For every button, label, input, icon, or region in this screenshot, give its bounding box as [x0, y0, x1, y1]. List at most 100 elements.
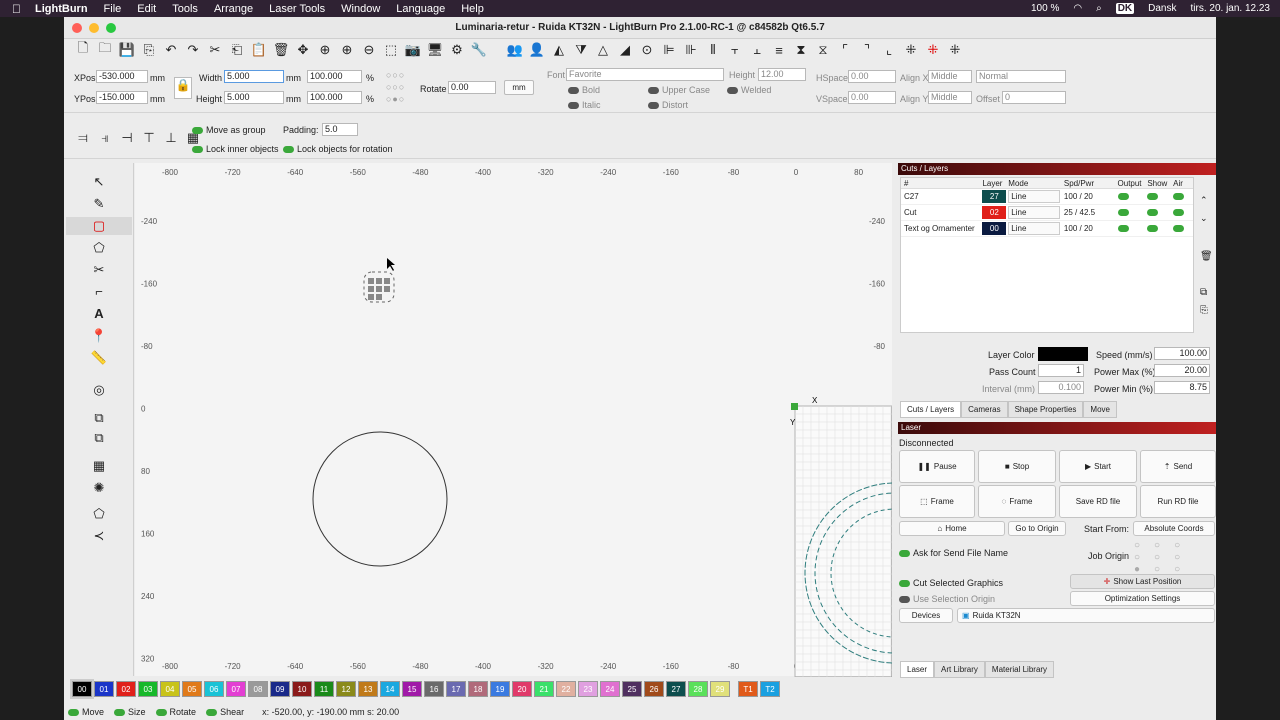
uppercase-toggle[interactable]: Upper Case — [648, 85, 710, 95]
menu-file[interactable]: File — [104, 3, 122, 15]
tab-shape-properties[interactable]: Shape Properties — [1007, 401, 1084, 418]
font-select[interactable]: Favorite — [566, 68, 724, 81]
align-vcenter-icon[interactable]: ≡ — [770, 41, 788, 59]
palette-color-13[interactable]: 13 — [358, 681, 378, 697]
output-toggle[interactable] — [1117, 192, 1148, 201]
palette-color-14[interactable]: 14 — [380, 681, 400, 697]
measure-icon[interactable]: 📏 — [90, 349, 108, 367]
keyboard-badge[interactable]: DK — [1115, 3, 1135, 14]
palette-color-08[interactable]: 08 — [248, 681, 268, 697]
air-toggle[interactable] — [1173, 192, 1193, 201]
edit-nodes-icon[interactable]: ✎ — [90, 195, 108, 213]
palette-color-12[interactable]: 12 — [336, 681, 356, 697]
palette-color-T2[interactable]: T2 — [760, 681, 780, 697]
align-top-icon[interactable]: ⫟ — [726, 41, 744, 59]
layer-color-swatch[interactable] — [1038, 347, 1088, 361]
circular-array-icon[interactable]: ✺ — [90, 479, 108, 497]
height-input[interactable]: 5.000 — [224, 91, 284, 104]
lock-inner-toggle[interactable]: Lock inner objects — [192, 144, 279, 154]
layer-mode-select[interactable]: Line — [1008, 206, 1060, 219]
palette-color-26[interactable]: 26 — [644, 681, 664, 697]
start-from-select[interactable]: Absolute Coords — [1133, 521, 1215, 536]
palette-color-11[interactable]: 11 — [314, 681, 334, 697]
target-icon[interactable]: ⊙ — [638, 41, 656, 59]
palette-color-05[interactable]: 05 — [182, 681, 202, 697]
apple-icon[interactable]:  — [12, 2, 21, 16]
save-rd-button[interactable]: Save RD file — [1059, 485, 1137, 518]
layer-mode-select[interactable]: Line — [1008, 222, 1060, 235]
size-toggle[interactable]: Size — [114, 707, 146, 717]
frame-button[interactable]: ⬚ Frame — [899, 485, 975, 518]
palette-color-22[interactable]: 22 — [556, 681, 576, 697]
minimize-button[interactable] — [89, 23, 99, 33]
arrange-top-icon[interactable]: ⊤ — [140, 129, 158, 147]
palette-color-18[interactable]: 18 — [468, 681, 488, 697]
battery-label[interactable]: 100 % — [1031, 3, 1059, 14]
align-x-select[interactable]: Middle — [928, 70, 972, 83]
select-tool-icon[interactable]: ↖ — [90, 173, 108, 191]
offset-input[interactable]: 0 — [1002, 91, 1066, 104]
layer-row[interactable]: Text og Ornamenter 00 Line 100 / 20 — [901, 221, 1193, 237]
output-toggle[interactable] — [1117, 224, 1148, 233]
workspace-svg[interactable]: -800-800-720-720-640-640-560-560-480-480… — [135, 163, 892, 677]
delete-icon[interactable]: 🗑 — [272, 41, 290, 59]
flip-horizontal-icon[interactable]: ◭ — [550, 41, 568, 59]
menu-language[interactable]: Language — [396, 3, 445, 15]
devices-button[interactable]: Devices — [899, 608, 953, 623]
italic-toggle[interactable]: Italic — [568, 100, 601, 110]
move-layer-down-icon[interactable]: ⌄ — [1200, 213, 1208, 224]
palette-color-16[interactable]: 16 — [424, 681, 444, 697]
corner-tl-icon[interactable]: ⌜ — [836, 41, 854, 59]
text-height-input[interactable]: 12.00 — [758, 68, 806, 81]
tab-material-library[interactable]: Material Library — [984, 661, 1055, 678]
monitor-icon[interactable]: 🖥 — [426, 41, 444, 59]
lock-aspect-icon[interactable]: 🔒 — [174, 77, 192, 99]
stop-button[interactable]: ■ Stop — [978, 450, 1056, 483]
palette-color-29[interactable]: 29 — [710, 681, 730, 697]
cut-shapes-icon[interactable]: ✂ — [90, 261, 108, 279]
corner-bl-icon[interactable]: ⌞ — [880, 41, 898, 59]
palette-color-01[interactable]: 01 — [94, 681, 114, 697]
align-y-select[interactable]: Middle — [928, 91, 972, 104]
camera-icon[interactable]: 📷 — [404, 41, 422, 59]
cut-selected-toggle[interactable]: Cut Selected Graphics — [899, 578, 1003, 588]
palette-color-10[interactable]: 10 — [292, 681, 312, 697]
power-max-input[interactable]: 20.00 — [1154, 364, 1210, 377]
menu-help[interactable]: Help — [461, 3, 484, 15]
new-file-icon[interactable]: 🗋 — [74, 40, 92, 59]
paste-icon[interactable]: 📋 — [250, 41, 268, 59]
palette-color-19[interactable]: 19 — [490, 681, 510, 697]
app-menu[interactable]: LightBurn — [35, 3, 88, 15]
undo-icon[interactable]: ↶ — [162, 41, 180, 59]
center-cross-icon[interactable]: ⁜ — [946, 41, 964, 59]
align-bottom-icon[interactable]: ⫠ — [748, 41, 766, 59]
cut-clipboard-icon[interactable]: ✂ — [206, 41, 224, 59]
width-percent-input[interactable]: 100.000 — [307, 70, 362, 83]
zoom-button[interactable] — [106, 23, 116, 33]
palette-color-15[interactable]: 15 — [402, 681, 422, 697]
palette-color-27[interactable]: 27 — [666, 681, 686, 697]
circle-frame-button[interactable]: ◌ Frame — [978, 485, 1056, 518]
origin-selector[interactable]: ○○○ ○○○ ○●○ — [386, 69, 416, 105]
units-toggle-button[interactable]: mm — [504, 80, 534, 95]
tab-tool-icon[interactable]: ⬠ — [90, 505, 108, 523]
align-hcenter-icon[interactable]: ⫴ — [704, 41, 722, 59]
vspace-input[interactable]: 0.00 — [848, 91, 896, 104]
distort-toggle[interactable]: Distort — [648, 100, 688, 110]
move-layer-up-icon[interactable]: ⌃ — [1200, 195, 1208, 206]
menu-laser-tools[interactable]: Laser Tools — [269, 3, 325, 15]
width-input[interactable]: 5.000 — [224, 70, 284, 83]
air-toggle[interactable] — [1173, 208, 1193, 217]
rectangle-tool-icon[interactable]: ▢ — [66, 217, 132, 235]
align-right-icon[interactable]: ⊪ — [682, 41, 700, 59]
palette-color-21[interactable]: 21 — [534, 681, 554, 697]
move-icon[interactable]: ✥ — [294, 41, 312, 59]
frame-tool-icon[interactable]: ⌐ — [90, 283, 108, 301]
tab-cuts-layers[interactable]: Cuts / Layers — [900, 401, 962, 418]
search-icon[interactable]: ⌕ — [1096, 3, 1102, 14]
boolean-union-icon[interactable]: ⧉ — [90, 409, 108, 427]
align-left-icon[interactable]: ⊫ — [660, 41, 678, 59]
palette-color-03[interactable]: 03 — [138, 681, 158, 697]
palette-color-04[interactable]: 04 — [160, 681, 180, 697]
pass-count-input[interactable]: 1 — [1038, 364, 1084, 377]
